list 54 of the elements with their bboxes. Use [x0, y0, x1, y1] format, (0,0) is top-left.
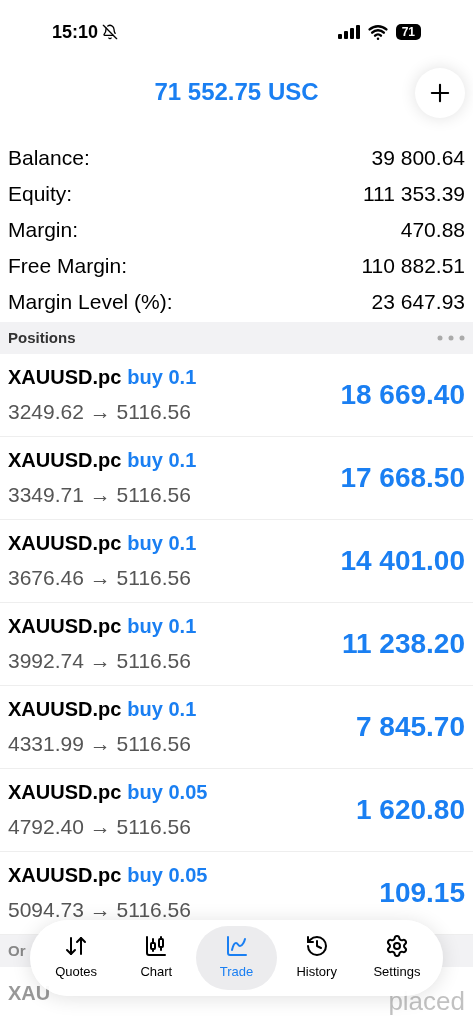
position-side: buy 0.1 [127, 614, 197, 640]
candlestick-icon [144, 934, 169, 959]
section-title: Or [8, 940, 26, 961]
summary-value: 111 353.39 [363, 181, 465, 208]
position-side: buy 0.05 [127, 863, 208, 889]
status-time: 15:10 [52, 20, 99, 44]
battery-level: 71 [395, 24, 421, 40]
signal-icon [337, 25, 360, 39]
position-symbol: XAUUSD.pc [8, 697, 122, 723]
summary-label: Equity: [8, 181, 73, 208]
position-symbol: XAUUSD.pc [8, 614, 122, 640]
wifi-icon [367, 22, 388, 42]
position-prices: 3992.74 → 5116.56 [8, 648, 192, 675]
position-side: buy 0.1 [127, 448, 197, 474]
position-symbol: XAUUSD.pc [8, 448, 122, 474]
position-profit: 18 669.40 [340, 378, 465, 412]
position-profit: 17 668.50 [340, 461, 465, 495]
position-side: buy 0.1 [127, 365, 197, 391]
position-profit: 109.15 [379, 876, 465, 910]
position-symbol: XAUUSD.pc [8, 863, 122, 889]
position-profit: 1 620.80 [356, 793, 465, 827]
line-chart-icon [224, 934, 249, 959]
position-profit: 7 845.70 [356, 710, 465, 744]
position-side: buy 0.1 [127, 697, 197, 723]
position-prices: 5094.73 → 5116.56 [8, 897, 192, 924]
position-symbol: XAUUSD.pc [8, 780, 122, 806]
add-button[interactable] [415, 68, 465, 118]
position-prices: 4331.99 → 5116.56 [8, 731, 192, 758]
summary-value: 110 882.51 [361, 253, 465, 280]
order-symbol: XAU [8, 981, 51, 1005]
summary-label: Free Margin: [8, 253, 128, 280]
tab[interactable]: Chart [116, 926, 197, 990]
settings-icon [384, 934, 409, 959]
summary-value: 470.88 [400, 217, 465, 244]
position-profit: 11 238.20 [341, 627, 465, 661]
account-equity-title: 71 552.75 USC [154, 77, 319, 107]
position-symbol: XAUUSD.pc [8, 531, 122, 557]
position-prices: 4792.40 → 5116.56 [8, 814, 192, 841]
summary-label: Margin: [8, 217, 79, 244]
position-profit: 14 401.00 [340, 544, 465, 578]
position-prices: 3676.46 → 5116.56 [8, 565, 192, 592]
position-prices: 3349.71 → 5116.56 [8, 482, 192, 509]
summary-value: 39 800.64 [371, 145, 465, 172]
history-icon [304, 934, 329, 959]
position-prices: 3249.62 → 5116.56 [8, 399, 192, 426]
summary-value: 23 647.93 [371, 289, 465, 316]
bell-off-icon [102, 24, 119, 40]
position-side: buy 0.1 [127, 531, 197, 557]
tab[interactable]: History [276, 926, 357, 990]
position-side: buy 0.05 [127, 780, 208, 806]
position-symbol: XAUUSD.pc [8, 365, 122, 391]
summary-label: Balance: [8, 145, 90, 172]
section-title: Positions [8, 327, 76, 348]
summary-label: Margin Level (%): [8, 289, 173, 316]
